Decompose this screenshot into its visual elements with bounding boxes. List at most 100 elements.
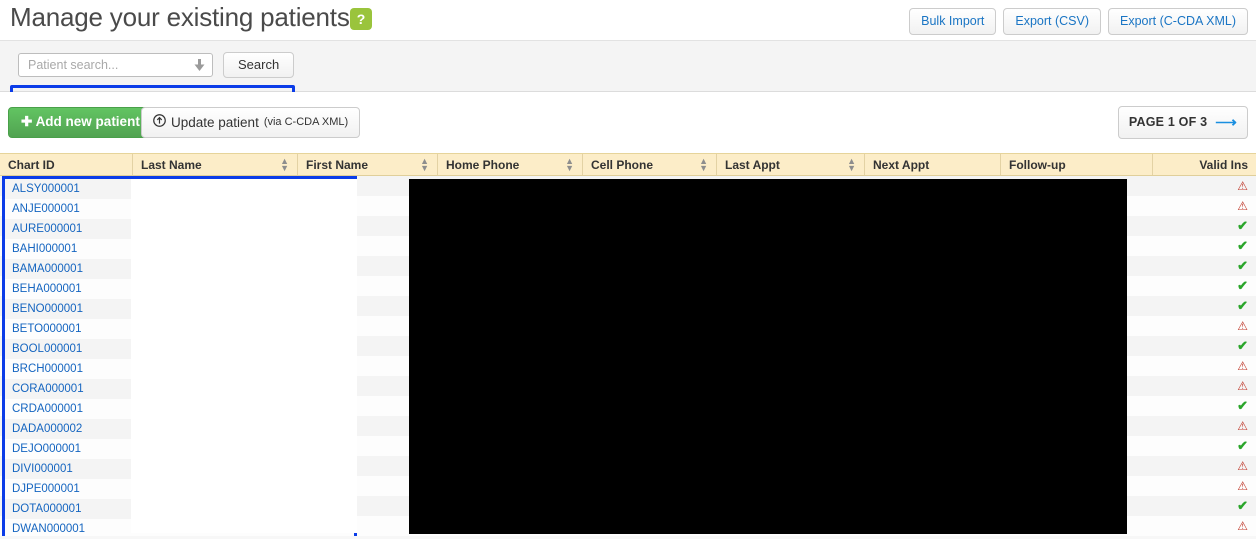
- chart-id-link[interactable]: BETO000001: [8, 320, 77, 332]
- cell-chart-id[interactable]: ANJE000001: [0, 196, 133, 216]
- column-header-first-name[interactable]: First Name ▲ ▼: [298, 154, 438, 175]
- chart-id-link[interactable]: ALSY000001: [8, 180, 76, 192]
- bulk-import-button[interactable]: Bulk Import: [909, 8, 997, 35]
- sort-toggle-icon[interactable]: ▲ ▼: [280, 156, 289, 172]
- chart-id-link[interactable]: DADA000002: [8, 420, 78, 432]
- warning-triangle-icon: ⚠: [1237, 479, 1248, 493]
- cell-chart-id[interactable]: BAHI000001: [0, 236, 133, 256]
- arrow-right-icon[interactable]: ⟶: [1215, 113, 1237, 131]
- cell-valid-ins: ✔: [1153, 256, 1256, 276]
- search-button[interactable]: Search: [223, 52, 295, 78]
- chart-id-link[interactable]: BAHI000001: [8, 240, 73, 252]
- page-title: Manage your existing patients: [10, 2, 350, 32]
- sort-toggle-icon[interactable]: ▲ ▼: [847, 156, 856, 172]
- cell-chart-id[interactable]: DEJO000001: [0, 436, 133, 456]
- column-header-last-name[interactable]: Last Name ▲ ▼: [133, 154, 298, 175]
- warning-triangle-icon: ⚠: [1237, 179, 1248, 193]
- cell-last-name: [133, 256, 298, 276]
- cell-last-name: [133, 396, 298, 416]
- chevron-down-icon[interactable]: [193, 58, 206, 73]
- update-patient-button[interactable]: Update patient (via C-CDA XML): [141, 107, 361, 138]
- cell-chart-id[interactable]: BRCH000001: [0, 356, 133, 376]
- cell-chart-id[interactable]: BAMA000001: [0, 256, 133, 276]
- check-icon: ✔: [1237, 218, 1248, 233]
- cell-valid-ins: ⚠: [1153, 516, 1256, 536]
- chart-id-link[interactable]: AURE000001: [8, 220, 78, 232]
- cell-valid-ins: ⚠: [1153, 316, 1256, 336]
- cell-last-name: [133, 416, 298, 436]
- check-icon: ✔: [1237, 258, 1248, 273]
- cell-valid-ins: ⚠: [1153, 356, 1256, 376]
- cell-chart-id[interactable]: BOOL000001: [0, 336, 133, 356]
- cell-valid-ins: ✔: [1153, 276, 1256, 296]
- cell-chart-id[interactable]: CRDA000001: [0, 396, 133, 416]
- column-header-label: Valid Ins: [1199, 157, 1248, 172]
- update-patient-label: Update patient: [171, 114, 259, 130]
- column-header-valid-ins: Valid Ins: [1153, 154, 1256, 175]
- cell-last-name: [133, 376, 298, 396]
- redaction-overlay: [409, 179, 1127, 534]
- cell-valid-ins: ✔: [1153, 236, 1256, 256]
- cell-last-name: [133, 476, 298, 496]
- column-header-cell-phone[interactable]: Cell Phone ▲ ▼: [583, 154, 717, 175]
- search-input[interactable]: [26, 57, 191, 73]
- chart-id-link[interactable]: DIVI000001: [8, 460, 69, 472]
- cell-chart-id[interactable]: DWAN000001: [0, 516, 133, 536]
- column-header-last-appt[interactable]: Last Appt ▲ ▼: [717, 154, 865, 175]
- warning-triangle-icon: ⚠: [1237, 519, 1248, 533]
- column-header-home-phone[interactable]: Home Phone ▲ ▼: [438, 154, 583, 175]
- table-header-row: Chart ID Last Name ▲ ▼ First Name ▲ ▼ Home Phon…: [0, 153, 1256, 176]
- help-icon[interactable]: ?: [350, 8, 372, 30]
- cell-chart-id[interactable]: BEHA000001: [0, 276, 133, 296]
- header-actions: Bulk Import Export (CSV) Export (C-CDA X…: [909, 8, 1248, 35]
- chart-id-link[interactable]: DWAN000001: [8, 520, 81, 532]
- chart-id-link[interactable]: CORA000001: [8, 380, 80, 392]
- chart-id-link[interactable]: CRDA000001: [8, 400, 79, 412]
- sort-toggle-icon[interactable]: ▲ ▼: [565, 156, 574, 172]
- warning-triangle-icon: ⚠: [1237, 199, 1248, 213]
- cell-chart-id[interactable]: BETO000001: [0, 316, 133, 336]
- cell-last-name: [133, 516, 298, 536]
- cell-last-name: [133, 496, 298, 516]
- cell-chart-id[interactable]: DJPE000001: [0, 476, 133, 496]
- search-input-wrapper[interactable]: [18, 53, 213, 77]
- cell-last-name: [133, 296, 298, 316]
- sort-toggle-icon[interactable]: ▲ ▼: [420, 156, 429, 172]
- cell-chart-id[interactable]: DADA000002: [0, 416, 133, 436]
- chart-id-link[interactable]: BRCH000001: [8, 360, 79, 372]
- cell-valid-ins: ⚠: [1153, 416, 1256, 436]
- cell-chart-id[interactable]: ALSY000001: [0, 176, 133, 196]
- sort-toggle-icon[interactable]: ▲ ▼: [699, 156, 708, 172]
- chart-id-link[interactable]: DEJO000001: [8, 440, 77, 452]
- check-icon: ✔: [1237, 278, 1248, 293]
- add-new-patient-label: Add new patient: [35, 114, 140, 129]
- cell-valid-ins: ⚠: [1153, 176, 1256, 196]
- chart-id-link[interactable]: DOTA000001: [8, 500, 77, 512]
- cell-valid-ins: ⚠: [1153, 456, 1256, 476]
- update-patient-sublabel: (via C-CDA XML): [263, 116, 349, 128]
- cell-chart-id[interactable]: BENO000001: [0, 296, 133, 316]
- cell-chart-id[interactable]: AURE000001: [0, 216, 133, 236]
- cell-chart-id[interactable]: DIVI000001: [0, 456, 133, 476]
- chart-id-link[interactable]: ANJE000001: [8, 200, 76, 212]
- chart-id-link[interactable]: BEHA000001: [8, 280, 78, 292]
- patient-management-page: Manage your existing patients ? Bulk Imp…: [0, 0, 1256, 539]
- pagination-label: PAGE 1 OF 3: [1128, 115, 1208, 129]
- cell-valid-ins: ✔: [1153, 496, 1256, 516]
- cell-last-name: [133, 456, 298, 476]
- add-new-patient-button[interactable]: ✚ Add new patient: [8, 107, 153, 138]
- warning-triangle-icon: ⚠: [1237, 319, 1248, 333]
- cell-valid-ins: ✔: [1153, 216, 1256, 236]
- cell-valid-ins: ✔: [1153, 336, 1256, 356]
- chart-id-link[interactable]: BOOL000001: [8, 340, 78, 352]
- export-ccda-xml-button[interactable]: Export (C-CDA XML): [1108, 8, 1248, 35]
- export-csv-button[interactable]: Export (CSV): [1003, 8, 1101, 35]
- pagination-next[interactable]: PAGE 1 OF 3 ⟶: [1117, 106, 1248, 139]
- cell-chart-id[interactable]: DOTA000001: [0, 496, 133, 516]
- chart-id-link[interactable]: BAMA000001: [8, 260, 79, 272]
- chart-id-link[interactable]: DJPE000001: [8, 480, 76, 492]
- cell-valid-ins: ⚠: [1153, 476, 1256, 496]
- check-icon: ✔: [1237, 338, 1248, 353]
- chart-id-link[interactable]: BENO000001: [8, 300, 79, 312]
- cell-chart-id[interactable]: CORA000001: [0, 376, 133, 396]
